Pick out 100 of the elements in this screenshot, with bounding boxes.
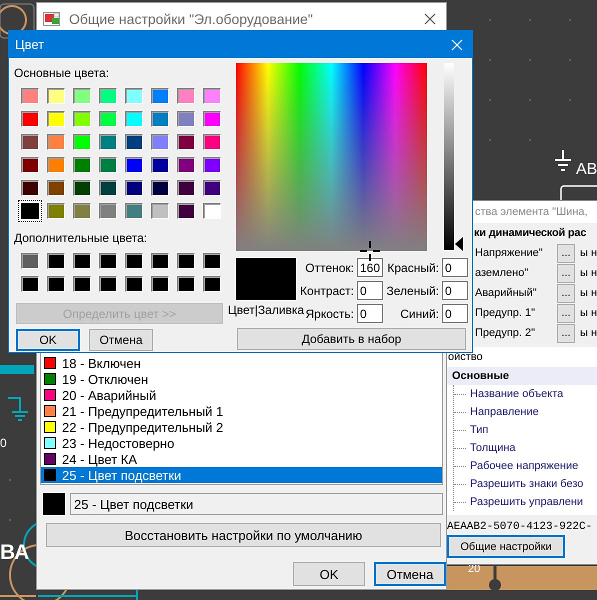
- color-swatch[interactable]: [125, 276, 143, 292]
- list-item[interactable]: 19 - Отключен: [41, 371, 442, 387]
- color-spectrum[interactable]: [236, 63, 427, 251]
- color-swatch[interactable]: [21, 110, 39, 126]
- color-swatch[interactable]: [203, 134, 221, 150]
- color-swatch[interactable]: [177, 88, 195, 104]
- color-swatch[interactable]: [151, 134, 169, 150]
- brightness-slider[interactable]: [444, 63, 463, 251]
- color-swatch[interactable]: [151, 110, 169, 126]
- color-swatch[interactable]: [177, 202, 195, 218]
- property-name[interactable]: Рабочее напряжение: [470, 460, 578, 472]
- color-swatch[interactable]: [151, 180, 169, 196]
- color-swatch[interactable]: [21, 252, 39, 268]
- property-name[interactable]: Тип: [470, 424, 488, 436]
- color-swatch[interactable]: [177, 180, 195, 196]
- color-swatch[interactable]: [125, 88, 143, 104]
- browse-button[interactable]: ...: [557, 264, 575, 282]
- color-swatch[interactable]: [99, 134, 117, 150]
- close-icon[interactable]: [424, 12, 436, 24]
- add-to-custom-button[interactable]: Добавить в набор: [237, 328, 466, 350]
- color-swatch[interactable]: [125, 252, 143, 268]
- number-field[interactable]: 0: [442, 258, 468, 277]
- color-swatch[interactable]: [21, 276, 39, 292]
- color-swatch[interactable]: [47, 134, 65, 150]
- color-swatch[interactable]: [99, 180, 117, 196]
- color-swatch[interactable]: [125, 180, 143, 196]
- cancel-button[interactable]: Отмена: [374, 562, 446, 586]
- color-swatch[interactable]: [203, 276, 221, 292]
- number-field[interactable]: 0: [357, 304, 383, 323]
- list-item[interactable]: 22 - Предупредительный 2: [41, 419, 442, 435]
- color-swatch[interactable]: [151, 202, 169, 218]
- color-swatch[interactable]: [151, 252, 169, 268]
- color-swatch[interactable]: [203, 180, 221, 196]
- browse-button[interactable]: ...: [557, 284, 575, 302]
- property-name[interactable]: Толщина: [470, 442, 516, 454]
- color-swatch[interactable]: [47, 180, 65, 196]
- property-name[interactable]: Разрешить знаки безо: [470, 478, 584, 490]
- color-swatch[interactable]: [99, 276, 117, 292]
- color-swatch[interactable]: [99, 252, 117, 268]
- color-swatch[interactable]: [73, 156, 91, 172]
- color-swatch[interactable]: [125, 134, 143, 150]
- color-swatch[interactable]: [177, 110, 195, 126]
- color-swatch[interactable]: [177, 276, 195, 292]
- color-swatch[interactable]: [47, 276, 65, 292]
- color-swatch[interactable]: [99, 202, 117, 218]
- ok-button[interactable]: OK: [293, 562, 365, 586]
- reset-defaults-button[interactable]: Восстановить настройки по умолчанию: [46, 523, 441, 547]
- color-swatch[interactable]: [21, 156, 39, 172]
- color-swatch[interactable]: [47, 202, 65, 218]
- general-settings-button[interactable]: Общие настройки: [447, 535, 565, 558]
- browse-button[interactable]: ...: [557, 244, 575, 262]
- color-swatch[interactable]: [177, 134, 195, 150]
- color-swatch[interactable]: [177, 252, 195, 268]
- color-swatch[interactable]: [203, 110, 221, 126]
- list-item[interactable]: 25 - Цвет подсветки: [41, 467, 442, 483]
- color-swatch[interactable]: [73, 88, 91, 104]
- color-swatch[interactable]: [73, 202, 91, 218]
- color-swatch[interactable]: [203, 252, 221, 268]
- cancel-button[interactable]: Отмена: [89, 329, 153, 351]
- color-swatch[interactable]: [99, 110, 117, 126]
- number-field[interactable]: 0: [357, 281, 383, 300]
- list-item[interactable]: 20 - Аварийный: [41, 387, 442, 403]
- list-item[interactable]: 18 - Включен: [41, 355, 442, 371]
- number-field[interactable]: 0: [442, 281, 468, 300]
- color-swatch[interactable]: [151, 156, 169, 172]
- color-swatch[interactable]: [177, 156, 195, 172]
- list-item[interactable]: 21 - Предупредительный 1: [41, 403, 442, 419]
- property-name[interactable]: Направление: [470, 406, 539, 418]
- color-swatch[interactable]: [73, 134, 91, 150]
- color-swatch[interactable]: [99, 156, 117, 172]
- color-swatch[interactable]: [73, 252, 91, 268]
- color-swatch[interactable]: [203, 202, 221, 218]
- crosshair-icon[interactable]: [360, 241, 380, 261]
- ok-button[interactable]: OK: [16, 329, 80, 351]
- list-item[interactable]: 23 - Недостоверно: [41, 435, 442, 451]
- browse-button[interactable]: ...: [557, 304, 575, 322]
- color-swatch[interactable]: [151, 88, 169, 104]
- color-swatch[interactable]: [203, 156, 221, 172]
- color-swatch[interactable]: [125, 202, 143, 218]
- number-field[interactable]: 160: [357, 258, 383, 277]
- color-swatch[interactable]: [47, 252, 65, 268]
- color-name-field[interactable]: 25 - Цвет подсветки: [70, 493, 443, 515]
- property-name[interactable]: Разрешить управлени: [470, 496, 584, 508]
- color-swatch[interactable]: [125, 110, 143, 126]
- browse-button[interactable]: ...: [557, 324, 575, 342]
- color-swatch[interactable]: [47, 110, 65, 126]
- color-swatch[interactable]: [21, 88, 39, 104]
- color-swatch[interactable]: [125, 156, 143, 172]
- color-swatch[interactable]: [203, 88, 221, 104]
- color-swatch[interactable]: [99, 88, 117, 104]
- color-swatch[interactable]: [47, 156, 65, 172]
- color-swatch[interactable]: [73, 276, 91, 292]
- number-field[interactable]: 0: [442, 304, 468, 323]
- color-swatch[interactable]: [73, 110, 91, 126]
- color-swatch[interactable]: [21, 134, 39, 150]
- color-swatch[interactable]: [73, 180, 91, 196]
- color-swatch[interactable]: [21, 180, 39, 196]
- color-swatch[interactable]: [151, 276, 169, 292]
- color-swatch[interactable]: [47, 88, 65, 104]
- property-name[interactable]: Название объекта: [470, 388, 564, 400]
